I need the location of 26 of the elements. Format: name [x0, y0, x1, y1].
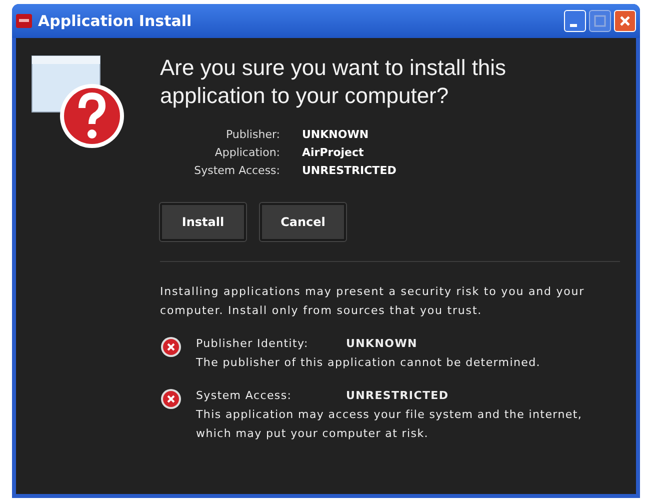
minimize-icon [570, 24, 577, 26]
dialog-heading: Are you sure you want to install this application to your computer? [160, 54, 508, 110]
detail-value: UNRESTRICTED [302, 164, 398, 177]
window-title: Application Install [38, 12, 193, 30]
error-icon [160, 388, 182, 410]
risk-value: UNRESTRICTED [346, 389, 449, 402]
detail-value: UNKNOWN [302, 128, 370, 141]
risk-value: UNKNOWN [346, 337, 418, 350]
cancel-button[interactable]: Cancel [260, 203, 346, 241]
maximize-button[interactable] [589, 10, 611, 32]
risk-label: System Access: [196, 388, 293, 404]
maximize-icon [594, 15, 606, 27]
warning-text: Installing applications may present a security risk to you and your computer. Install only from sources that you trust. [160, 284, 586, 319]
app-icon [16, 14, 32, 28]
error-icon [160, 336, 182, 358]
risk-label: Publisher Identity: [196, 336, 310, 352]
detail-label: Application: [214, 146, 280, 159]
risk-description: This application may access your file system and the internet, which may put your computer at risk. [196, 407, 584, 442]
install-button[interactable]: Install [160, 203, 246, 241]
detail-label: Publisher: [224, 128, 280, 141]
minimize-button[interactable] [564, 10, 586, 32]
detail-value: AirProject [302, 146, 365, 159]
close-button[interactable] [614, 10, 636, 32]
risk-description: The publisher of this application cannot be determined. [196, 355, 542, 371]
close-icon [619, 15, 631, 27]
detail-label: System Access: [193, 164, 280, 177]
